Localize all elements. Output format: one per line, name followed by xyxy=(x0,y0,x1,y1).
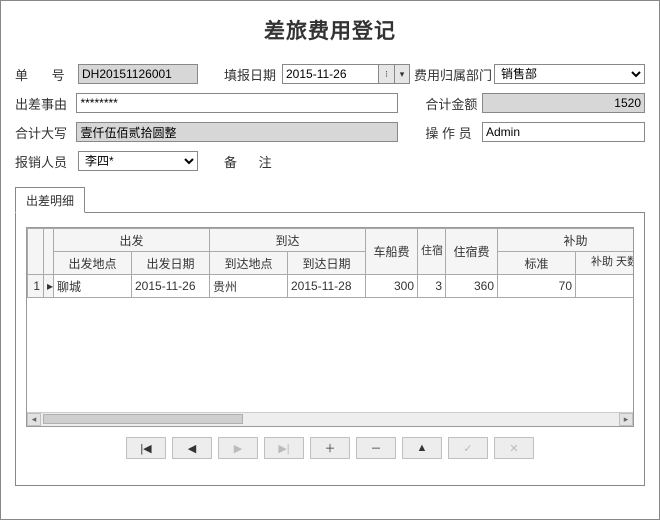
col-lodging-days: 住宿 天数 xyxy=(418,229,446,275)
operator-input[interactable] xyxy=(482,122,645,142)
cell-depart-place[interactable]: 聊城 xyxy=(54,275,132,298)
col-travel-fee: 车船费 xyxy=(366,229,418,275)
nav-first-button[interactable]: |◀ xyxy=(126,437,166,459)
nav-delete-button[interactable]: － xyxy=(356,437,396,459)
col-depart-date: 出发日期 xyxy=(132,252,210,275)
grid-header-row-2: 出发地点 出发日期 到达地点 到达日期 标准 补助 天数 xyxy=(28,252,635,275)
tab-detail[interactable]: 出差明细 xyxy=(15,187,85,213)
cell-subsidy-std[interactable]: 70 xyxy=(498,275,576,298)
form-row-2: 出差事由 合计金额 xyxy=(15,92,645,114)
form-row-1: 单 号 填报日期 ⁝ ▾ 费用归属部门 销售部 xyxy=(15,63,645,85)
col-subsidy-std: 标准 xyxy=(498,252,576,275)
nav-add-button[interactable]: ＋ xyxy=(310,437,350,459)
cell-travel-fee[interactable]: 300 xyxy=(366,275,418,298)
col-subsidy-days: 补助 天数 xyxy=(576,252,635,275)
reason-input[interactable] xyxy=(76,93,398,113)
nav-edit-button[interactable]: ▲ xyxy=(402,437,442,459)
tabs: 出差明细 出发 到达 车船费 住宿 天数 住宿费 补助 xyxy=(15,186,645,486)
navigator-toolbar: |◀ ◀ ▶ ▶| ＋ － ▲ ✓ ✕ xyxy=(26,437,634,459)
cell-arrive-place[interactable]: 贵州 xyxy=(210,275,288,298)
nav-last-button[interactable]: ▶| xyxy=(264,437,304,459)
page-title: 差旅费用登记 xyxy=(15,5,645,63)
form-row-4: 报销人员 李四* 备 注 xyxy=(15,150,645,172)
total-cn-label: 合计大写 xyxy=(15,123,76,142)
table-row[interactable]: 1 ▸ 聊城 2015-11-26 贵州 2015-11-28 300 3 36… xyxy=(28,275,635,298)
reason-label: 出差事由 xyxy=(15,94,76,113)
col-rowptr xyxy=(44,229,54,275)
scroll-left-icon[interactable]: ◂ xyxy=(27,413,41,426)
tab-panel-detail: 出发 到达 车船费 住宿 天数 住宿费 补助 出发地点 出发日期 到达地点 xyxy=(15,212,645,486)
remark-label: 备 注 xyxy=(224,152,282,171)
total-cn-input xyxy=(76,122,398,142)
col-arrive: 到达 xyxy=(210,229,366,252)
form-row-3: 合计大写 操 作 员 xyxy=(15,121,645,143)
total-label: 合计金额 xyxy=(425,94,482,113)
col-arrive-date: 到达日期 xyxy=(288,252,366,275)
cell-arrive-date[interactable]: 2015-11-28 xyxy=(288,275,366,298)
nav-next-button[interactable]: ▶ xyxy=(218,437,258,459)
total-input xyxy=(482,93,645,113)
doc-no-label: 单 号 xyxy=(15,65,78,84)
grid-header-row-1: 出发 到达 车船费 住宿 天数 住宿费 补助 xyxy=(28,229,635,252)
horizontal-scrollbar[interactable]: ◂ ▸ xyxy=(27,412,633,426)
remark-input[interactable] xyxy=(282,151,645,171)
reimburser-label: 报销人员 xyxy=(15,152,78,171)
fill-date-label: 填报日期 xyxy=(224,65,282,84)
dept-label: 费用归属部门 xyxy=(414,65,494,84)
cell-rownum: 1 xyxy=(28,275,44,298)
row-pointer-icon: ▸ xyxy=(44,275,54,298)
col-lodging-fee: 住宿费 xyxy=(446,229,498,275)
dept-select[interactable]: 销售部 xyxy=(494,64,645,84)
cell-depart-date[interactable]: 2015-11-26 xyxy=(132,275,210,298)
nav-prev-button[interactable]: ◀ xyxy=(172,437,212,459)
date-spinner-icon[interactable]: ⁝ xyxy=(378,64,394,84)
col-arrive-place: 到达地点 xyxy=(210,252,288,275)
col-depart: 出发 xyxy=(54,229,210,252)
cell-lodging-days[interactable]: 3 xyxy=(418,275,446,298)
nav-cancel-button[interactable]: ✕ xyxy=(494,437,534,459)
cell-lodging-fee[interactable]: 360 xyxy=(446,275,498,298)
col-rownum xyxy=(28,229,44,275)
reimburser-select[interactable]: 李四* xyxy=(78,151,198,171)
nav-ok-button[interactable]: ✓ xyxy=(448,437,488,459)
col-subsidy: 补助 xyxy=(498,229,635,252)
chevron-down-icon[interactable]: ▾ xyxy=(394,64,410,84)
scroll-track[interactable] xyxy=(41,413,619,426)
doc-no-input[interactable] xyxy=(78,64,198,84)
main-window: 差旅费用登记 单 号 填报日期 ⁝ ▾ 费用归属部门 销售部 出差事由 合计金额… xyxy=(0,0,660,520)
scroll-right-icon[interactable]: ▸ xyxy=(619,413,633,426)
scroll-thumb[interactable] xyxy=(43,414,243,424)
grid-wrap: 出发 到达 车船费 住宿 天数 住宿费 补助 出发地点 出发日期 到达地点 xyxy=(26,227,634,427)
operator-label: 操 作 员 xyxy=(425,123,482,142)
fill-date-input[interactable] xyxy=(282,64,378,84)
col-depart-place: 出发地点 xyxy=(54,252,132,275)
fill-date-picker[interactable]: ⁝ ▾ xyxy=(282,64,410,84)
detail-grid[interactable]: 出发 到达 车船费 住宿 天数 住宿费 补助 出发地点 出发日期 到达地点 xyxy=(27,228,634,298)
cell-subsidy-days[interactable]: 4 xyxy=(576,275,635,298)
